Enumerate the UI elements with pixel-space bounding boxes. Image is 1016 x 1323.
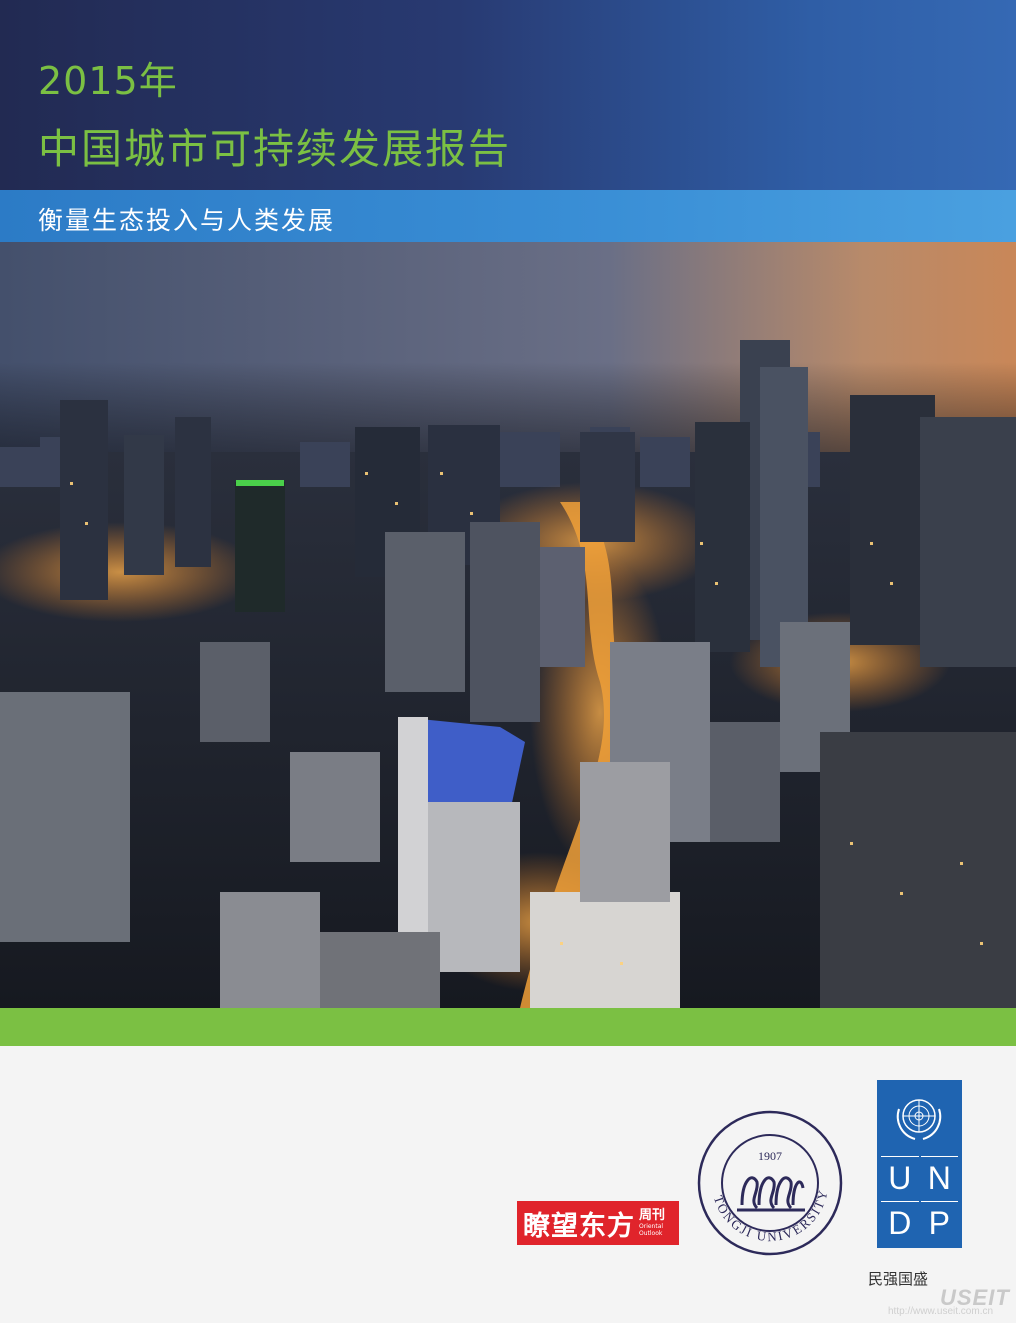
undp-letter-p: P: [920, 1201, 958, 1244]
report-header: 2015年 中国城市可持续发展报告: [0, 0, 1016, 190]
outlook-logo-en-2: Outlook: [639, 1230, 663, 1237]
outlook-logo-en-1: Oriental: [639, 1223, 664, 1230]
report-subtitle: 衡量生态投入与人类发展: [38, 206, 336, 235]
green-accent-band: [0, 1008, 1016, 1046]
outlook-logo-weekly: 周刊: [639, 1208, 666, 1223]
undp-tagline: 民强国盛: [868, 1270, 929, 1288]
subtitle-bar: 衡量生态投入与人类发展: [0, 190, 1016, 242]
undp-letter-d: D: [881, 1201, 919, 1244]
undp-letters: U N D P: [881, 1156, 958, 1244]
outlook-logo-side: 周刊 Oriental Outlook: [639, 1208, 666, 1238]
undp-letter-u: U: [881, 1156, 919, 1199]
report-title: 中国城市可持续发展报告: [38, 125, 511, 173]
cityscape-illustration: [0, 242, 1016, 1008]
oriental-outlook-logo: 瞭望东方 周刊 Oriental Outlook: [517, 1201, 679, 1245]
watermark-url: http://www.useit.com.cn: [888, 1306, 994, 1317]
tongji-university-seal: TONGJI UNIVERSITY 1907: [697, 1110, 843, 1256]
un-emblem-icon: [896, 1099, 942, 1140]
undp-letter-n: N: [920, 1156, 958, 1199]
seal-emblem: [737, 1176, 805, 1212]
undp-logo: U N D P: [877, 1080, 962, 1248]
seal-year: 1907: [758, 1149, 782, 1163]
outlook-logo-main: 瞭望东方: [523, 1210, 635, 1242]
cover-photo: [0, 242, 1016, 1008]
report-year: 2015年: [38, 59, 178, 103]
